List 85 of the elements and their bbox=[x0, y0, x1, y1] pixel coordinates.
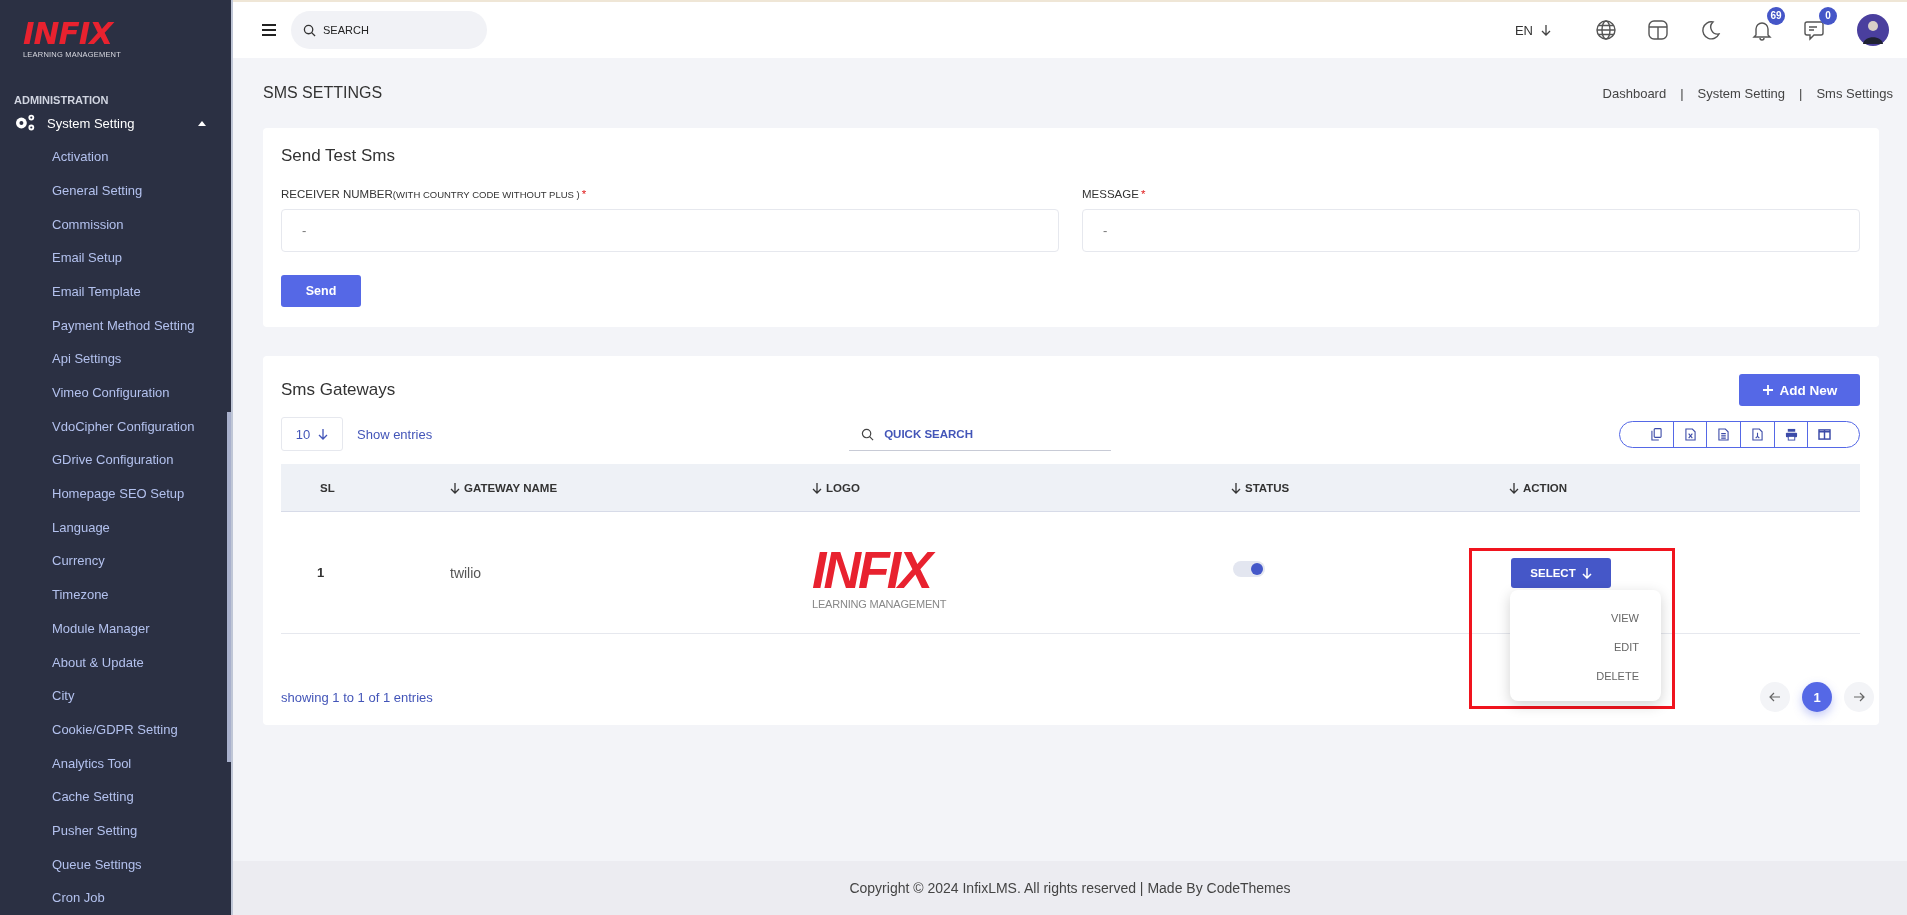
page-size-select[interactable]: 10 bbox=[281, 417, 343, 451]
sidebar-item[interactable]: Queue Settings bbox=[0, 847, 231, 882]
sidebar-item[interactable]: Module Manager bbox=[0, 611, 231, 646]
menu-item[interactable]: EDIT bbox=[1613, 633, 1639, 662]
sidebar-item[interactable]: GDrive Configuration bbox=[0, 443, 231, 478]
sidebar-item[interactable]: City bbox=[0, 679, 231, 713]
sidebar-item[interactable]: Currency bbox=[0, 544, 231, 579]
sidebar-item[interactable]: Vimeo Configuration bbox=[0, 376, 231, 410]
table-cell: 1 bbox=[317, 565, 325, 580]
arrow-down-icon bbox=[1541, 24, 1551, 36]
sidebar-item[interactable]: Email Template bbox=[0, 274, 231, 309]
column-header[interactable]: ACTION bbox=[1509, 481, 1860, 494]
notification-badge: 69 bbox=[1767, 7, 1785, 25]
arrow-down-icon bbox=[318, 428, 329, 440]
search-icon bbox=[303, 23, 316, 37]
add-new-button[interactable]: Add New bbox=[1739, 374, 1860, 406]
sidebar-item[interactable]: VdoCipher Configuration bbox=[0, 409, 231, 444]
logo-wordmark: INFIX bbox=[23, 16, 113, 50]
entries-summary: showing 1 to 1 of 1 entries bbox=[281, 689, 433, 705]
bell-icon[interactable] bbox=[1751, 19, 1773, 41]
field-label: RECEIVER NUMBER(WITH COUNTRY CODE WITHOUT PLUS ) * bbox=[281, 188, 588, 200]
sidebar-item[interactable]: Homepage SEO Setup bbox=[0, 477, 231, 511]
select-button[interactable]: SELECT bbox=[1511, 558, 1611, 588]
breadcrumb-link[interactable]: Dashboard bbox=[1602, 85, 1667, 101]
sidebar-item[interactable]: Language bbox=[0, 510, 231, 545]
sidebar-item[interactable]: Activation bbox=[0, 140, 231, 174]
arrow-down-icon bbox=[1581, 567, 1592, 579]
sidebar-item[interactable]: Cron Job bbox=[0, 881, 231, 915]
caret-icon bbox=[198, 120, 206, 126]
sidebar-item[interactable]: Api Settings bbox=[0, 342, 231, 376]
card-title: Send Test Sms bbox=[281, 146, 397, 166]
arrow-right-icon bbox=[1853, 692, 1865, 702]
arrow-down-icon bbox=[450, 481, 460, 494]
search-field[interactable]: SEARCH bbox=[291, 11, 487, 49]
sidebar-item[interactable]: Timezone bbox=[0, 578, 231, 612]
avatar[interactable] bbox=[1857, 14, 1889, 46]
arrow-down-icon bbox=[1231, 481, 1241, 494]
gears-icon bbox=[14, 114, 36, 133]
sidebar-item[interactable]: Analytics Tool bbox=[0, 746, 231, 781]
status-toggle[interactable] bbox=[1233, 560, 1265, 577]
arrow-down-icon bbox=[812, 481, 822, 494]
column-header[interactable]: STATUS bbox=[1231, 481, 1509, 494]
card-title: Sms Gateways bbox=[281, 380, 396, 400]
logo-tagline: LEARNING MANAGEMENT bbox=[812, 597, 947, 610]
page-title: SMS SETTINGS bbox=[263, 84, 383, 102]
sidebar-item[interactable]: Pusher Setting bbox=[0, 813, 231, 848]
input-field[interactable]: - bbox=[281, 209, 1059, 252]
sidebar-item[interactable]: Payment Method Setting bbox=[0, 308, 231, 343]
chat-icon[interactable] bbox=[1803, 19, 1825, 41]
field-label: MESSAGE * bbox=[1082, 188, 1147, 200]
menu-item[interactable]: DELETE bbox=[1596, 662, 1639, 691]
arrow-left-icon bbox=[1769, 692, 1781, 702]
menu-item[interactable]: VIEW bbox=[1610, 604, 1639, 633]
scrollbar-thumb[interactable] bbox=[227, 412, 231, 762]
input-field[interactable]: - bbox=[1082, 209, 1860, 252]
breadcrumb-separator: | bbox=[1680, 85, 1684, 101]
message-badge: 0 bbox=[1819, 7, 1837, 25]
plus-icon bbox=[1761, 384, 1774, 396]
layout-icon[interactable] bbox=[1647, 19, 1669, 41]
moon-icon[interactable] bbox=[1699, 19, 1721, 41]
globe-icon[interactable] bbox=[1595, 19, 1617, 41]
table-cell: twilio bbox=[450, 564, 482, 581]
language-selector[interactable]: EN bbox=[1514, 22, 1551, 38]
section-heading: ADMINISTRATION bbox=[13, 93, 110, 107]
quick-search-field[interactable]: QUICK SEARCH bbox=[849, 417, 1112, 451]
arrow-down-icon bbox=[1509, 481, 1519, 494]
column-header[interactable]: GATEWAY NAME bbox=[450, 481, 812, 494]
show-entries-label: Show entries bbox=[357, 426, 433, 442]
sidebar-item[interactable]: About & Update bbox=[0, 645, 231, 680]
footer-text: Copyright © 2024 InfixLMS. All rights reserved | Made By CodeThemes bbox=[233, 861, 1907, 915]
sidebar-group[interactable]: System Setting bbox=[0, 106, 231, 141]
search-icon bbox=[861, 427, 875, 441]
column-header[interactable]: LOGO bbox=[812, 481, 1231, 494]
sidebar-item[interactable]: Commission bbox=[0, 207, 231, 242]
menu-icon[interactable] bbox=[261, 23, 277, 37]
sidebar-item[interactable]: Cookie/GDPR Setting bbox=[0, 712, 231, 747]
send-button[interactable]: Send bbox=[281, 275, 361, 307]
column-header[interactable]: SL bbox=[281, 481, 450, 494]
sidebar-item[interactable]: General Setting bbox=[0, 173, 231, 208]
sidebar-item[interactable]: Email Setup bbox=[0, 241, 231, 275]
sidebar-item[interactable]: Cache Setting bbox=[0, 780, 231, 814]
page-button[interactable]: 1 bbox=[1802, 682, 1832, 712]
breadcrumb-separator: | bbox=[1799, 85, 1803, 101]
breadcrumb-link[interactable]: System Setting bbox=[1697, 85, 1785, 101]
breadcrumb-link[interactable]: Sms Settings bbox=[1816, 85, 1893, 101]
